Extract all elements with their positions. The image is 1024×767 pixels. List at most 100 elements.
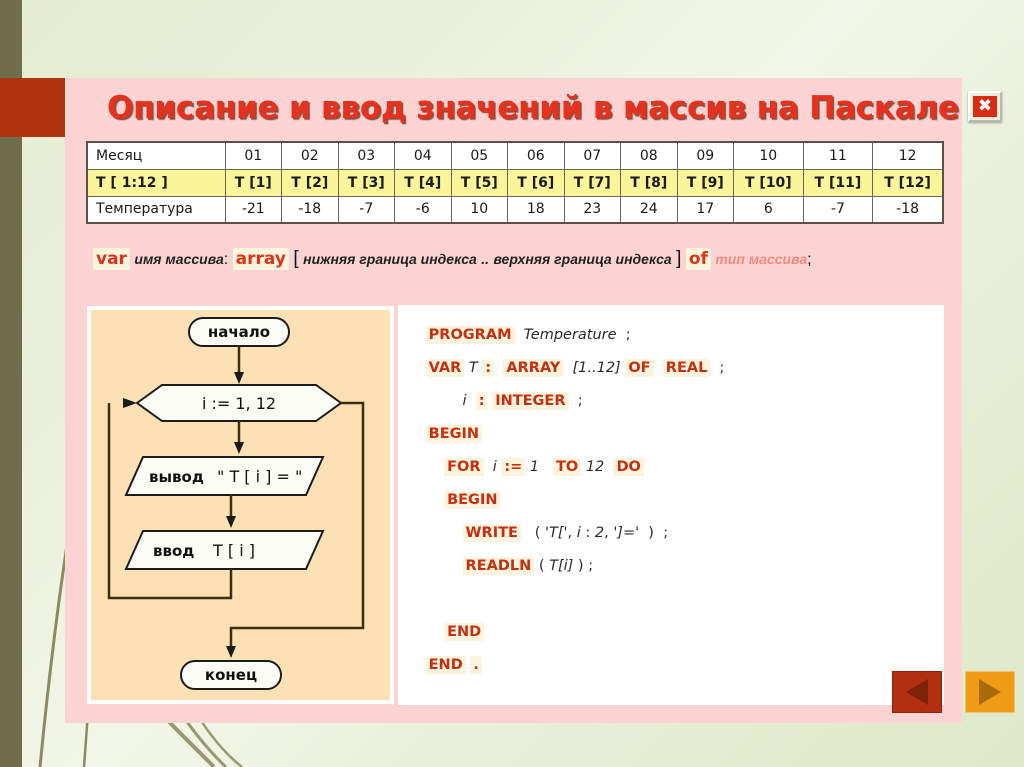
month-row-cell: 10 xyxy=(733,141,804,170)
triangle-left-icon xyxy=(906,679,928,705)
month-row-cell: 09 xyxy=(676,141,734,170)
month-row-cell: 08 xyxy=(620,141,678,170)
array-row-cell: T [11] xyxy=(802,168,874,197)
nav-next-button[interactable] xyxy=(965,671,1015,713)
code-token-kw: OF xyxy=(625,359,654,377)
pascal-code-listing: PROGRAM Temperature ; VAR T : ARRAY [1..… xyxy=(398,319,944,682)
array-row-label: T [ 1:12 ] xyxy=(86,168,226,197)
nav-prev-button[interactable] xyxy=(892,671,942,713)
temperature-row-cell: -7 xyxy=(802,195,874,224)
semicolon: ; xyxy=(807,251,812,268)
array-row-cell: T [6] xyxy=(507,168,565,197)
code-token-pl: ( xyxy=(538,558,550,574)
array-row-cell: T [5] xyxy=(450,168,508,197)
month-row-cell: 04 xyxy=(394,141,452,170)
code-token-num: [1..12] xyxy=(572,360,621,376)
array-row-cell: T [8] xyxy=(620,168,678,197)
close-icon-glyph: ✖ xyxy=(973,96,997,117)
temperature-row-cell: -18 xyxy=(281,195,339,224)
code-line: END xyxy=(398,616,944,649)
code-token-num: ']=' xyxy=(613,525,640,541)
upper-bound-placeholder: верхняя граница индекса xyxy=(493,251,672,267)
temperature-row-cell: -6 xyxy=(394,195,452,224)
code-token-num: 2 xyxy=(594,525,605,541)
lower-bound-placeholder: нижняя граница индекса xyxy=(303,251,477,267)
code-line: VAR T : ARRAY [1..12] OF REAL ; xyxy=(398,352,944,385)
code-token-kw: BEGIN xyxy=(444,491,501,509)
array-declaration-syntax: var имя массива: array [ нижняя граница … xyxy=(93,244,938,274)
code-token-pl: : xyxy=(580,525,595,541)
code-line: READLN ( T[i] ) ; xyxy=(398,550,944,583)
temperature-row-cell: 23 xyxy=(563,195,621,224)
of-keyword: of xyxy=(685,248,711,270)
temperature-row-cell: -21 xyxy=(224,195,282,224)
var-keyword: var xyxy=(93,248,130,270)
pascal-code-panel: PROGRAM Temperature ; VAR T : ARRAY [1..… xyxy=(398,305,944,705)
code-token-id: Temperature xyxy=(523,327,617,343)
flowchart-panel: начало i := 1, 12 вывод " T [ i ] = " вв… xyxy=(87,306,394,704)
code-line: WRITE ( 'T[', i : 2, ']=' ) ; xyxy=(398,517,944,550)
month-row-cell: 02 xyxy=(281,141,339,170)
code-token-kw: BEGIN xyxy=(425,425,483,443)
code-token-kw: : xyxy=(475,392,488,410)
temperature-row-cell: 17 xyxy=(676,195,734,224)
temperature-row-cell: 18 xyxy=(507,195,565,224)
array-row-cell: T [7] xyxy=(563,168,621,197)
array-row-cell: T [4] xyxy=(394,168,452,197)
code-token-kw: END xyxy=(425,656,466,674)
month-row-label: Месяц xyxy=(86,141,226,170)
flow-input-arg: T [ i ] xyxy=(212,541,255,560)
array-keyword: array xyxy=(232,248,289,270)
array-row-cell: T [3] xyxy=(337,168,395,197)
triangle-right-icon xyxy=(979,679,1001,705)
code-token-kw: ARRAY xyxy=(503,359,564,377)
code-line: PROGRAM Temperature ; xyxy=(398,319,944,352)
code-token-pl: ; xyxy=(625,327,631,343)
flow-start-label: начало xyxy=(208,323,270,341)
code-line: i : INTEGER ; xyxy=(398,385,944,418)
table-row: Месяц 01 02 03 04 05 06 07 08 09 10 11 12 xyxy=(86,141,944,170)
decorative-red-tab xyxy=(0,78,68,137)
array-name-placeholder: имя массива xyxy=(134,251,224,267)
code-line: END . xyxy=(398,649,944,682)
flow-output-keyword: вывод xyxy=(149,468,204,486)
array-row-cell: T [1] xyxy=(224,168,282,197)
slide-panel: Описание и ввод значений в массив на Пас… xyxy=(65,78,1002,723)
temperature-row-cell: 6 xyxy=(733,195,804,224)
code-token-num: 'T[' xyxy=(545,525,568,541)
array-row-cell: T [10] xyxy=(733,168,804,197)
flowchart-diagram: начало i := 1, 12 вывод " T [ i ] = " вв… xyxy=(107,317,365,690)
month-row-cell: 03 xyxy=(337,141,395,170)
month-row-cell: 05 xyxy=(450,141,508,170)
temperature-row-label: Температура xyxy=(86,195,226,224)
temperature-row-cell: -7 xyxy=(337,195,395,224)
month-row-cell: 12 xyxy=(872,141,944,170)
range-dots: .. xyxy=(481,251,489,267)
code-token-kw: FOR xyxy=(444,458,484,476)
page-title: Описание и ввод значений в массив на Пас… xyxy=(107,90,959,126)
close-icon[interactable]: ✖ xyxy=(968,91,1002,122)
month-row-cell: 01 xyxy=(224,141,282,170)
temperature-row-cell: 10 xyxy=(450,195,508,224)
array-type-placeholder: тип массива xyxy=(715,251,808,267)
temperature-row-cell: -18 xyxy=(872,195,944,224)
code-token-kw: PROGRAM xyxy=(425,326,515,344)
code-token-pl: ) xyxy=(639,525,654,541)
code-token-kw: : xyxy=(482,359,495,377)
flow-end-label: конец xyxy=(205,666,257,684)
code-token-kw: REAL xyxy=(662,359,711,377)
month-row-cell: 07 xyxy=(563,141,621,170)
code-token-pl: ; xyxy=(663,525,669,541)
table-body: Месяц 01 02 03 04 05 06 07 08 09 10 11 12 T [ 1:12 ] T… xyxy=(86,141,944,224)
table-row: Температура -21 -18 -7 -6 10 18 23 24 17 6 -7 -18 xyxy=(86,195,944,224)
code-token-id: T xyxy=(468,360,478,376)
temperature-table: Месяц 01 02 03 04 05 06 07 08 09 10 11 12 T [ 1:12 ] T… xyxy=(86,141,944,224)
code-token-kw: READLN xyxy=(462,557,535,575)
code-token-pl: ; xyxy=(719,360,725,376)
code-token-pl: , xyxy=(567,525,577,541)
code-token-pl: , xyxy=(604,525,614,541)
code-token-kw: . xyxy=(470,656,482,674)
code-token-pl: ( xyxy=(534,525,545,541)
bracket-open: [ xyxy=(293,248,299,269)
